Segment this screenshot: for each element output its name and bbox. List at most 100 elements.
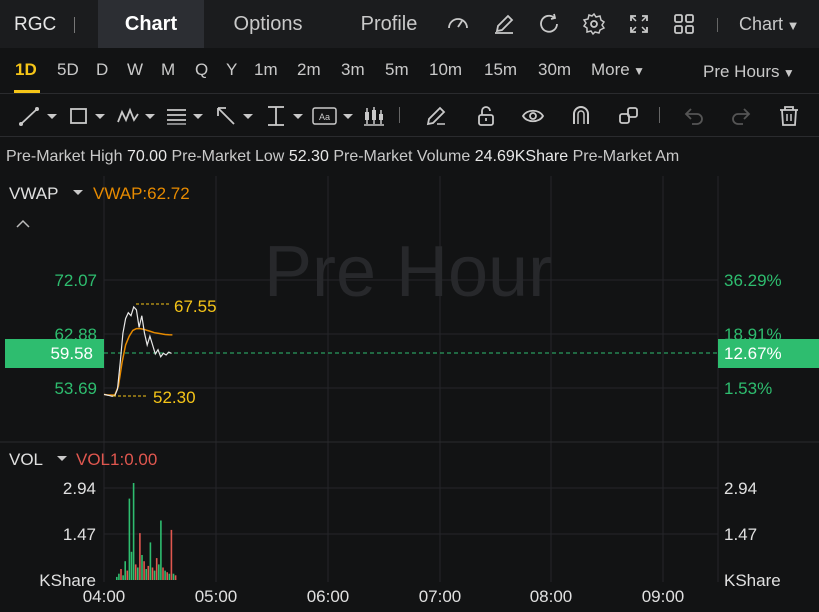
caret-down-icon: ▼ <box>629 64 645 78</box>
divider <box>74 17 75 33</box>
chart-type-dropdown[interactable]: Chart ▼ <box>739 14 800 35</box>
session-dropdown[interactable]: Pre Hours ▼ <box>703 62 795 82</box>
price-chart[interactable]: Pre Hour VWAP VWAP:62.72 72.07 62.88 53.… <box>0 176 819 612</box>
fib-tool-icon[interactable] <box>164 104 208 128</box>
interval-d[interactable]: D <box>96 60 108 80</box>
vwap-line <box>103 327 173 396</box>
volume-bar <box>153 570 156 580</box>
interval-3m[interactable]: 3m <box>341 60 365 80</box>
eye-icon[interactable] <box>521 104 545 128</box>
grid-layout-icon[interactable] <box>672 12 696 36</box>
active-interval-indicator <box>14 90 40 93</box>
interval-y[interactable]: Y <box>226 60 237 80</box>
low-marker-label: 52.30 <box>153 388 196 407</box>
tab-profile[interactable]: Profile <box>340 0 438 48</box>
volume-bar <box>124 561 126 580</box>
y-label-right: 36.29% <box>724 271 782 290</box>
caret-down-icon[interactable] <box>57 456 67 461</box>
volume-bar <box>149 542 152 580</box>
interval-2m[interactable]: 2m <box>297 60 321 80</box>
volume-bar <box>168 573 171 580</box>
interval-q[interactable]: Q <box>195 60 208 80</box>
vol-indicator-value: VOL1:0.00 <box>76 450 157 469</box>
trend-line-tool-icon[interactable] <box>18 104 62 128</box>
y-label-right: 1.53% <box>724 379 772 398</box>
volume-bar <box>122 575 124 580</box>
interval-1m[interactable]: 1m <box>254 60 278 80</box>
refresh-icon[interactable] <box>537 12 561 36</box>
vol-y-label-right: 1.47 <box>724 525 757 544</box>
watermark-text: Pre Hour <box>264 232 552 312</box>
candlestick-tool-icon[interactable] <box>362 104 386 128</box>
caret-down-icon: ▼ <box>779 66 795 80</box>
volume-bar <box>126 570 129 580</box>
interval-m[interactable]: M <box>161 60 175 80</box>
trash-icon[interactable] <box>777 104 801 128</box>
volume-label: Pre-Market Volume <box>333 148 471 165</box>
vol-y-label-right: 2.94 <box>724 479 757 498</box>
volume-bar <box>155 558 158 580</box>
y-label-left: 53.69 <box>54 379 97 398</box>
interval-10m[interactable]: 10m <box>429 60 462 80</box>
vol-y-label-left: 2.94 <box>63 479 96 498</box>
fullscreen-icon[interactable] <box>627 12 651 36</box>
interval-5d[interactable]: 5D <box>57 60 79 80</box>
pattern-tool-icon[interactable] <box>116 104 160 128</box>
x-tick-label: 07:00 <box>419 587 462 606</box>
volume-bar <box>158 564 160 580</box>
tab-options[interactable]: Options <box>214 0 322 48</box>
more-intervals-dropdown[interactable]: More ▼ <box>591 60 645 80</box>
gear-icon[interactable] <box>582 12 606 36</box>
gauge-icon[interactable] <box>446 12 470 36</box>
volume-bar <box>160 520 162 580</box>
indicator-name[interactable]: VWAP <box>9 184 58 203</box>
volume-bar <box>120 569 122 580</box>
tab-chart[interactable]: Chart <box>98 0 204 48</box>
volume-bar <box>151 567 154 580</box>
volume-bar <box>174 575 177 580</box>
interval-1d[interactable]: 1D <box>15 60 37 80</box>
volume-bar <box>137 567 139 580</box>
low-value: 52.30 <box>288 148 329 165</box>
volume-bar <box>116 576 118 580</box>
high-label: Pre-Market High <box>6 148 123 165</box>
more-label: More <box>591 60 630 79</box>
vol-y-label-right: KShare <box>724 571 781 590</box>
arrow-tool-icon[interactable] <box>214 104 258 128</box>
interval-w[interactable]: W <box>127 60 143 80</box>
pre-market-summary: Pre-Market High 70.00 Pre-Market Low 52.… <box>6 148 679 166</box>
interval-30m[interactable]: 30m <box>538 60 571 80</box>
volume-bar <box>166 572 168 580</box>
collapse-chevron-icon[interactable] <box>16 219 30 228</box>
text-tool-icon[interactable]: Aa <box>312 104 356 128</box>
caret-down-icon[interactable] <box>73 190 83 195</box>
chart-type-label: Chart <box>739 14 784 34</box>
unlock-icon[interactable] <box>474 104 498 128</box>
interval-5m[interactable]: 5m <box>385 60 409 80</box>
redo-icon[interactable] <box>729 104 753 128</box>
divider <box>659 107 660 123</box>
x-tick-label: 04:00 <box>83 587 126 606</box>
duplicate-icon[interactable] <box>617 104 641 128</box>
undo-icon[interactable] <box>682 104 706 128</box>
pencil-icon[interactable] <box>424 104 448 128</box>
volume-bar <box>145 569 147 580</box>
volume-bar <box>141 555 143 580</box>
magnet-icon[interactable] <box>569 104 593 128</box>
volume-value: 24.69KShare <box>474 148 569 165</box>
low-label: Pre-Market Low <box>171 148 285 165</box>
volume-bar <box>132 483 135 580</box>
vol-indicator-name[interactable]: VOL <box>9 450 43 469</box>
rectangle-tool-icon[interactable] <box>68 104 112 128</box>
price-range-tool-icon[interactable] <box>264 104 308 128</box>
volume-bar <box>128 498 131 580</box>
caret-down-icon: ▼ <box>783 18 800 33</box>
x-tick-label: 06:00 <box>307 587 350 606</box>
interval-15m[interactable]: 15m <box>484 60 517 80</box>
volume-bar <box>139 533 141 580</box>
volume-bar <box>170 529 173 580</box>
volume-bar <box>164 570 166 580</box>
edit-icon[interactable] <box>492 12 516 36</box>
volume-bar <box>130 551 133 580</box>
vol-y-label-left: 1.47 <box>63 525 96 544</box>
